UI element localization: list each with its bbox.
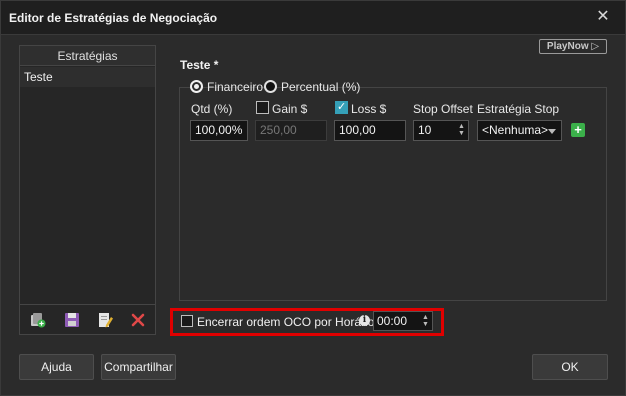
stop-strategy-value: <Nenhuma> [482,123,549,137]
close-icon[interactable]: ✕ [595,9,611,25]
stop-strategy-select[interactable]: <Nenhuma> [477,120,562,141]
oco-time-value: 00:00 [377,314,408,328]
loss-label: Loss $ [351,102,387,116]
strategy-editor-window: Editor de Estratégias de Negociação ✕ Es… [0,0,626,396]
oco-time-input[interactable]: 00:00 ▲ ▼ [373,311,433,331]
ok-button[interactable]: OK [532,354,608,380]
edit-icon[interactable] [97,312,113,328]
add-stop-strategy-button[interactable]: + [571,123,585,137]
add-strategy-icon[interactable] [30,312,46,328]
stop-offset-value: 10 [418,123,432,137]
financeiro-label[interactable]: Financeiro [207,80,263,94]
strategy-list-toolbar [20,304,155,334]
strategy-list-item[interactable]: Teste [20,67,155,87]
financeiro-radio[interactable] [190,80,203,93]
loss-checkbox[interactable] [335,100,348,114]
window-title: Editor de Estratégias de Negociação [9,11,218,25]
percentual-label[interactable]: Percentual (%) [281,80,360,94]
loss-input[interactable]: 100,00 [334,120,406,141]
save-icon[interactable] [64,312,80,328]
share-button[interactable]: Compartilhar [101,354,176,380]
gain-checkbox[interactable] [256,101,269,114]
qtd-label: Qtd (%) [191,102,233,116]
gain-label: Gain $ [272,102,308,116]
stop-offset-spinner-icon[interactable]: ▲ ▼ [457,123,466,138]
stop-offset-label: Stop Offset [413,102,473,116]
help-button[interactable]: Ajuda [19,354,94,380]
stop-strategy-label: Estratégia Stop [477,102,560,116]
oco-by-time-label[interactable]: Encerrar ordem OCO por Horário [197,315,374,329]
info-icon[interactable]: i [359,315,370,326]
strategy-list-panel: Estratégias Teste [19,45,156,335]
delete-icon[interactable] [130,312,146,328]
strategy-list-header: Estratégias [20,46,155,66]
strategy-list: Teste [20,67,155,304]
oco-by-time-checkbox[interactable] [181,315,193,327]
strategy-name: Teste * [180,58,219,72]
oco-time-spinner-icon[interactable]: ▲ ▼ [421,314,430,329]
percentual-radio[interactable] [264,80,277,93]
playnow-button[interactable]: PlayNow ▷ [539,39,607,54]
qtd-input[interactable]: 100,00% [190,120,248,141]
stop-offset-input[interactable]: 10 ▲ ▼ [413,120,469,141]
chevron-down-icon [548,129,556,134]
gain-input[interactable]: 250,00 [255,120,327,141]
title-bar: Editor de Estratégias de Negociação ✕ [1,1,625,35]
